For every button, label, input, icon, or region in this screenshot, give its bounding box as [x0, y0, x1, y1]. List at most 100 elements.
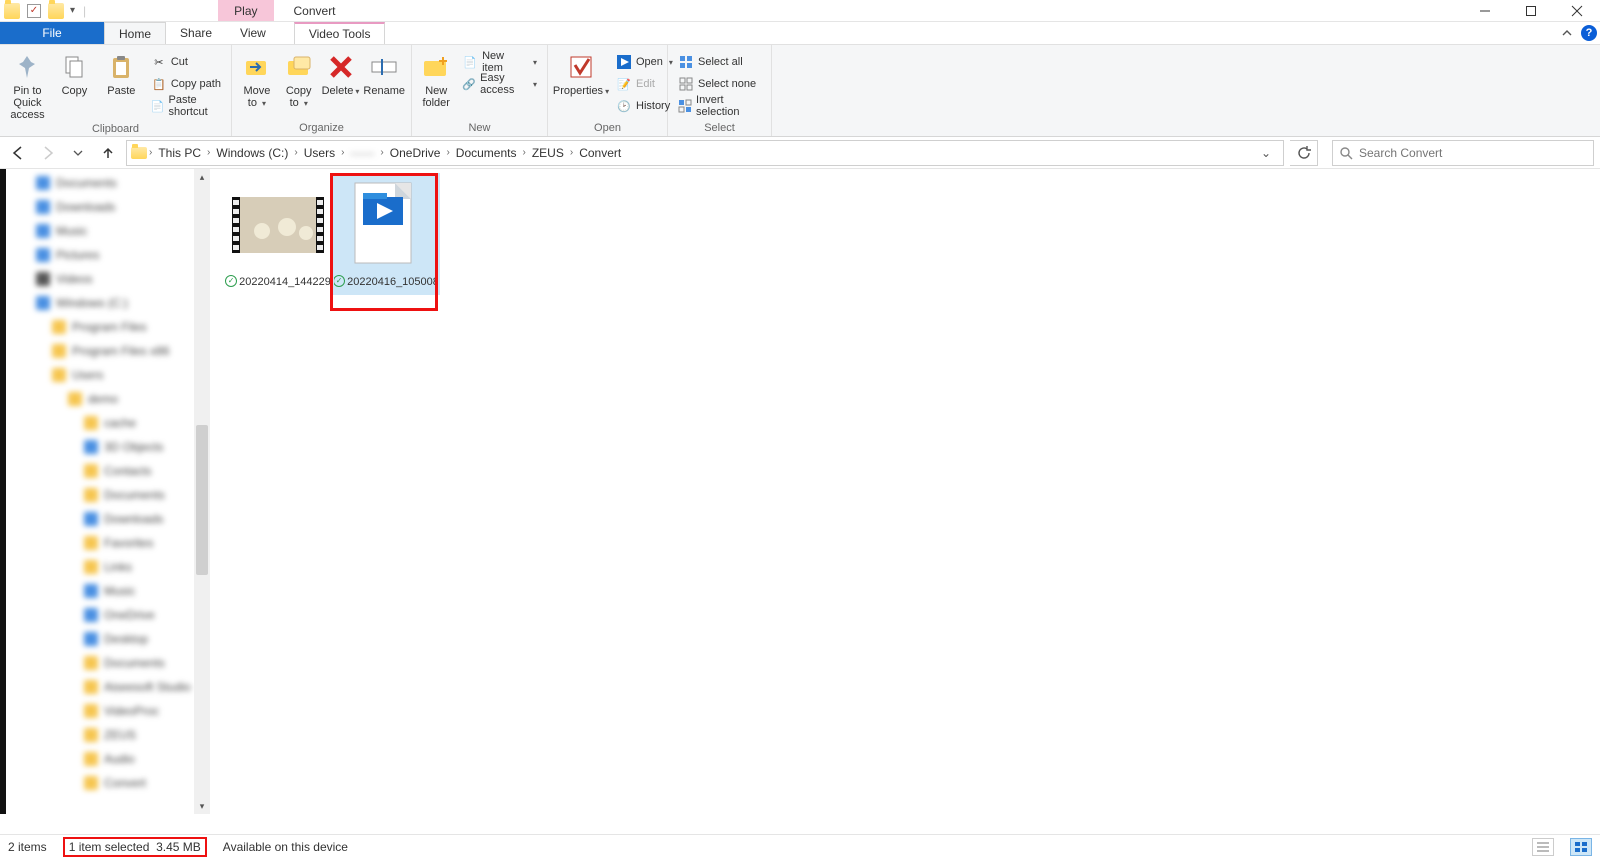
crumb-onedrive[interactable]: OneDrive [386, 146, 445, 160]
select-none-button[interactable]: Select none [674, 73, 765, 95]
tree-item[interactable]: cache [6, 411, 210, 435]
search-input[interactable] [1359, 146, 1587, 160]
tree-item[interactable]: Favorites [6, 531, 210, 555]
crumb-this-pc[interactable]: This PC [154, 146, 205, 160]
ribbon-collapse-icon[interactable] [1556, 22, 1578, 44]
select-all-button[interactable]: Select all [674, 51, 765, 73]
sync-status-icon [333, 275, 345, 287]
tree-item[interactable]: Audio [6, 747, 210, 771]
tree-item[interactable]: Videos [6, 267, 210, 291]
chevron-right-icon[interactable]: › [570, 147, 573, 158]
chevron-right-icon[interactable]: › [207, 147, 210, 158]
move-to-button[interactable]: Move to [238, 49, 276, 110]
address-dropdown-icon[interactable]: ⌄ [1253, 146, 1279, 160]
chevron-right-icon[interactable]: › [380, 147, 383, 158]
window-title: Convert [294, 0, 336, 21]
nav-up-button[interactable] [96, 141, 120, 165]
tree-item[interactable]: Users [6, 363, 210, 387]
tree-item[interactable]: Aiseesoft Studio [6, 675, 210, 699]
copy-path-button[interactable]: 📋Copy path [147, 73, 225, 95]
minimize-button[interactable] [1462, 0, 1508, 21]
refresh-button[interactable] [1290, 140, 1318, 166]
rename-button[interactable]: Rename [363, 49, 405, 97]
tab-file[interactable]: File [0, 22, 104, 44]
tree-item[interactable]: Links [6, 555, 210, 579]
close-button[interactable] [1554, 0, 1600, 21]
video-file-icon [340, 179, 432, 271]
tree-item[interactable]: 3D Objects [6, 435, 210, 459]
tree-item[interactable]: Downloads [6, 195, 210, 219]
nav-recent-dropdown[interactable] [66, 141, 90, 165]
tree-item[interactable]: Music [6, 579, 210, 603]
paste-button[interactable]: Paste [100, 49, 143, 97]
invert-selection-button: Invert selection [674, 95, 765, 117]
crumb-user-redacted[interactable]: —— [346, 146, 378, 160]
nav-back-button[interactable] [6, 141, 30, 165]
file-item[interactable]: 20220414_144229 [226, 175, 330, 293]
copy-icon [58, 51, 90, 83]
tree-item[interactable]: Documents [6, 171, 210, 195]
crumb-documents[interactable]: Documents [452, 146, 521, 160]
crumb-convert[interactable]: Convert [575, 146, 625, 160]
cut-button[interactable]: ✂Cut [147, 51, 225, 73]
nav-tree[interactable]: Documents Downloads Music Pictures Video… [6, 169, 210, 814]
address-bar[interactable]: › This PC › Windows (C:) › Users › —— › … [126, 140, 1284, 166]
tree-item[interactable]: OneDrive [6, 603, 210, 627]
tree-item[interactable]: demo [6, 387, 210, 411]
tree-item[interactable]: Program Files [6, 315, 210, 339]
tab-share[interactable]: Share [166, 22, 226, 44]
select-all-icon [678, 54, 694, 70]
qat-dropdown-icon[interactable]: ▾ [70, 5, 75, 16]
tree-item[interactable]: Downloads [6, 507, 210, 531]
group-label-new: New [418, 120, 541, 134]
file-item-selected[interactable]: 20220416_105008 [334, 175, 438, 293]
help-button[interactable]: ? [1578, 22, 1600, 44]
new-item-button[interactable]: 📄New item [458, 51, 541, 73]
quick-access-save-icon[interactable] [26, 3, 42, 19]
tree-item[interactable]: Windows (C:) [6, 291, 210, 315]
tree-item[interactable]: Documents [6, 483, 210, 507]
edit-icon: 📝 [616, 76, 632, 92]
icons-view-button[interactable] [1570, 838, 1592, 856]
tree-item[interactable]: Program Files x86 [6, 339, 210, 363]
tree-item[interactable]: Contacts [6, 459, 210, 483]
details-view-button[interactable] [1532, 838, 1554, 856]
chevron-right-icon[interactable]: › [446, 147, 449, 158]
properties-button[interactable]: Properties [554, 49, 608, 98]
search-box[interactable] [1332, 140, 1594, 166]
scroll-up-icon[interactable]: ▴ [200, 169, 205, 185]
tree-item[interactable]: Music [6, 219, 210, 243]
easy-access-button[interactable]: 🔗Easy access [458, 73, 541, 95]
chevron-right-icon[interactable]: › [294, 147, 297, 158]
tree-item[interactable]: Desktop [6, 627, 210, 651]
tab-video-tools[interactable]: Video Tools [294, 22, 386, 44]
copy-button[interactable]: Copy [53, 49, 96, 97]
crumb-zeus[interactable]: ZEUS [528, 146, 568, 160]
tree-scrollbar[interactable]: ▴ ▾ [194, 169, 210, 814]
new-folder-button[interactable]: New folder [418, 49, 454, 109]
tree-item[interactable]: Documents [6, 651, 210, 675]
scroll-down-icon[interactable]: ▾ [200, 798, 205, 814]
tree-item[interactable]: Convert [6, 771, 210, 795]
paste-shortcut-button[interactable]: 📄Paste shortcut [147, 95, 225, 117]
tab-home[interactable]: Home [104, 22, 166, 44]
tab-view[interactable]: View [226, 22, 280, 44]
copy-to-button[interactable]: Copy to [280, 49, 318, 110]
crumb-users[interactable]: Users [300, 146, 339, 160]
chevron-right-icon[interactable]: › [523, 147, 526, 158]
chevron-right-icon[interactable]: › [149, 147, 152, 158]
tree-item[interactable]: ZEUS [6, 723, 210, 747]
file-pane[interactable]: 20220414_144229 20220416_105008 [210, 169, 1600, 814]
tree-item[interactable]: VideoProc [6, 699, 210, 723]
status-availability: Available on this device [223, 840, 348, 854]
chevron-right-icon[interactable]: › [341, 147, 344, 158]
delete-button[interactable]: Delete [322, 49, 360, 98]
pin-icon [11, 51, 43, 83]
scroll-thumb[interactable] [196, 425, 208, 575]
tree-item[interactable]: Pictures [6, 243, 210, 267]
pin-to-quick-access-button[interactable]: Pin to Quick access [6, 49, 49, 121]
contextual-tab-play[interactable]: Play [218, 0, 273, 21]
crumb-drive[interactable]: Windows (C:) [212, 146, 292, 160]
maximize-button[interactable] [1508, 0, 1554, 21]
scissors-icon: ✂ [151, 54, 167, 70]
